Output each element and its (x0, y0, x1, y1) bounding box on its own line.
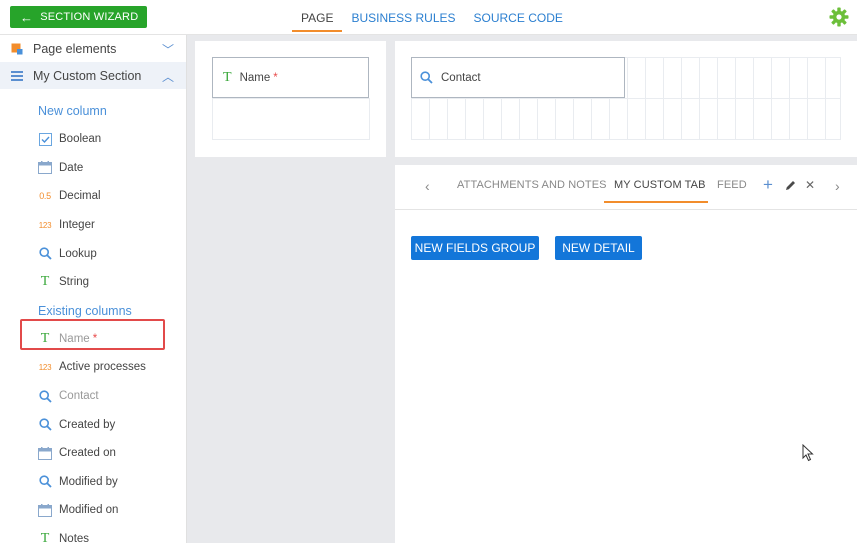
edit-icon[interactable] (785, 178, 796, 195)
column-modified-by[interactable]: Modified by (0, 468, 186, 497)
integer-icon: 123 (38, 220, 52, 230)
my-custom-section-header[interactable]: My Custom Section ︿ (0, 62, 186, 89)
wizard-tabs: PAGE BUSINESS RULES SOURCE CODE (292, 0, 572, 35)
column-created-on[interactable]: Created on (0, 439, 186, 468)
column-label: Notes (59, 533, 90, 543)
column-label: Modified by (59, 475, 118, 488)
mouse-cursor-icon (802, 444, 814, 462)
section-label: My Custom Section (33, 68, 142, 83)
page-elements-label: Page elements (33, 41, 117, 56)
page-canvas: T Name * Contact ‹ ATTACHMENTS AND NOTES… (187, 35, 857, 543)
tab-business-rules-label: BUSINESS RULES (351, 10, 456, 25)
search-icon (38, 389, 52, 403)
integer-icon: 123 (38, 362, 52, 372)
column-name[interactable]: T Name * (0, 325, 186, 354)
column-lookup[interactable]: Lookup (0, 239, 186, 268)
column-label: Integer (59, 219, 95, 232)
new-fields-group-label: NEW FIELDS GROUP (414, 241, 536, 255)
required-marker: * (273, 71, 278, 84)
tab-attachments-and-notes[interactable]: ATTACHMENTS AND NOTES (457, 179, 607, 191)
page-elements-header[interactable]: Page elements ﹀ (0, 35, 186, 62)
close-icon[interactable]: ✕ (805, 178, 815, 192)
column-active-processes[interactable]: 123 Active processes (0, 353, 186, 382)
name-field-label: Name (239, 71, 271, 84)
text-icon: T (40, 274, 50, 290)
header-left-card: T Name * (195, 41, 386, 157)
tab-page-label: PAGE (301, 10, 334, 25)
search-icon (38, 247, 52, 261)
chevron-down-icon[interactable]: ﹀ (162, 41, 174, 58)
tabs-card: ‹ ATTACHMENTS AND NOTES MY CUSTOM TAB FE… (395, 165, 857, 543)
column-boolean[interactable]: Boolean (0, 125, 186, 154)
top-bar: ← SECTION WIZARD PAGE BUSINESS RULES SOU… (0, 0, 857, 35)
sidebar: Page elements ﹀ My Custom Section ︿ New … (0, 35, 187, 543)
tab-business-rules[interactable]: BUSINESS RULES (342, 0, 464, 35)
tab-source-code[interactable]: SOURCE CODE (465, 0, 572, 35)
calendar-icon (38, 446, 52, 460)
chevron-right-icon[interactable]: › (835, 178, 840, 194)
calendar-icon (38, 161, 52, 175)
column-label: Lookup (59, 247, 97, 260)
tab-feed[interactable]: FEED (717, 179, 747, 191)
tab-strip: ‹ ATTACHMENTS AND NOTES MY CUSTOM TAB FE… (395, 165, 857, 210)
page-elements-icon (10, 43, 24, 55)
active-tab-underline (604, 201, 708, 203)
search-icon (38, 418, 52, 432)
tab-my-custom-tab[interactable]: MY CUSTOM TAB (614, 179, 706, 191)
column-label: Date (59, 161, 84, 174)
column-modified-on[interactable]: Modified on (0, 496, 186, 525)
column-label: Boolean (59, 133, 102, 146)
section-wizard-label: SECTION WIZARD (40, 11, 139, 23)
column-integer[interactable]: 123 Integer (0, 211, 186, 240)
checkbox-icon (38, 132, 52, 146)
search-icon (420, 71, 433, 84)
new-column-label: New column (38, 104, 107, 118)
tab-page[interactable]: PAGE (292, 0, 343, 35)
section-wizard-button[interactable]: ← SECTION WIZARD (10, 6, 147, 28)
add-icon[interactable]: + (763, 175, 773, 195)
contact-field[interactable]: Contact (411, 57, 625, 98)
column-string[interactable]: T String (0, 268, 186, 297)
new-detail-label: NEW DETAIL (562, 241, 635, 255)
contact-field-label: Contact (441, 71, 481, 84)
chevron-up-icon[interactable]: ︿ (162, 68, 174, 85)
text-icon: T (40, 330, 50, 346)
gear-icon[interactable] (829, 7, 849, 27)
column-label: Modified on (59, 504, 119, 517)
decimal-icon: 0.5 (39, 191, 51, 202)
header-right-card: Contact (395, 41, 857, 157)
new-fields-group-button[interactable]: NEW FIELDS GROUP (411, 236, 539, 260)
column-date[interactable]: Date (0, 154, 186, 183)
text-icon: T (40, 531, 50, 543)
required-marker: * (92, 332, 98, 345)
column-label: Contact (59, 390, 99, 403)
chevron-left-icon[interactable]: ‹ (425, 178, 430, 194)
existing-columns-label: Existing columns (38, 303, 132, 318)
column-label: String (59, 276, 90, 289)
tab-source-code-label: SOURCE CODE (473, 10, 563, 25)
column-label: Created by (59, 418, 116, 431)
column-label: Decimal (59, 190, 101, 203)
new-detail-button[interactable]: NEW DETAIL (555, 236, 642, 260)
list-icon (10, 70, 24, 81)
column-contact[interactable]: Contact (0, 382, 186, 411)
text-icon: T (223, 69, 232, 85)
column-label: Name (59, 332, 90, 345)
column-created-by[interactable]: Created by (0, 410, 186, 439)
calendar-icon (38, 503, 52, 517)
column-label: Active processes (59, 361, 146, 374)
column-decimal[interactable]: 0.5 Decimal (0, 182, 186, 211)
search-icon (38, 475, 52, 489)
name-field[interactable]: T Name * (212, 57, 369, 98)
arrow-left-icon: ← (20, 9, 34, 25)
column-notes[interactable]: T Notes (0, 525, 186, 543)
column-label: Created on (59, 447, 116, 460)
